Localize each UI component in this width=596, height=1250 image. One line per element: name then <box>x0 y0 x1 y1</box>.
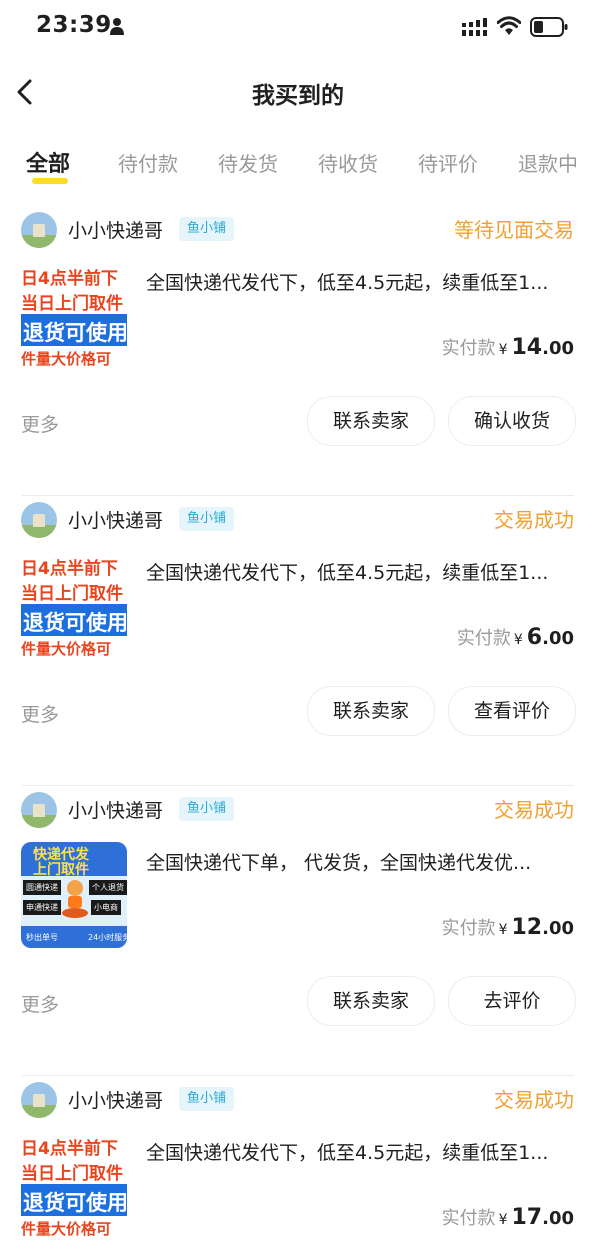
order-status: 交易成功 <box>494 798 574 822</box>
thumb-text: 件量大价格可 <box>21 640 112 658</box>
thumb-text: 当日上门取件 <box>21 584 123 604</box>
thumb-chip: 秒出单号 <box>26 933 58 942</box>
contact-seller-button[interactable]: 联系卖家 <box>307 976 435 1026</box>
shop-badge: 鱼小铺 <box>179 507 235 531</box>
paid-amount: 实付款 ¥6.00 <box>457 624 574 650</box>
paid-amount: 实付款 ¥14.00 <box>442 334 574 360</box>
price-decimal: .00 <box>542 918 574 939</box>
seller-avatar[interactable] <box>21 502 57 538</box>
product-title[interactable]: 全国快递代下单， 代发货，全国快递代发优... <box>146 848 576 875</box>
seller-name[interactable]: 小小快递哥 <box>68 796 163 823</box>
shop-badge: 鱼小铺 <box>179 1087 235 1111</box>
price-decimal: .00 <box>542 1208 574 1229</box>
seller-name[interactable]: 小小快递哥 <box>68 506 163 533</box>
tab-pending-payment[interactable]: 待付款 <box>118 148 178 177</box>
seller-name[interactable]: 小小快递哥 <box>68 216 163 243</box>
seller-avatar[interactable] <box>21 792 57 828</box>
price-decimal: .00 <box>542 338 574 359</box>
battery-icon <box>530 17 568 37</box>
thumb-chip: 圆通快递 <box>23 880 61 895</box>
order-card[interactable]: 小小快递哥 鱼小铺 交易成功 快递代发 上门取件 圆通快递 个人退货 申通快递 … <box>0 786 596 1076</box>
write-review-button[interactable]: 去评价 <box>448 976 576 1026</box>
status-time: 23:39 <box>36 12 112 38</box>
order-status: 交易成功 <box>494 508 574 532</box>
thumb-chip: 个人退货 <box>89 880 127 895</box>
price-decimal: .00 <box>542 628 574 649</box>
order-card[interactable]: 小小快递哥 鱼小铺 交易成功 日4点半前下 当日上门取件 退货可使用 件量大价格… <box>0 496 596 786</box>
product-title[interactable]: 全国快递代发代下，低至4.5元起，续重低至1... <box>146 268 576 295</box>
thumb-text: 件量大价格可 <box>21 350 112 368</box>
confirm-receipt-button[interactable]: 确认收货 <box>448 396 576 446</box>
product-title[interactable]: 全国快递代发代下，低至4.5元起，续重低至1... <box>146 558 576 585</box>
order-status: 交易成功 <box>494 1088 574 1112</box>
price-integer: 12 <box>511 915 543 940</box>
more-link[interactable]: 更多 <box>21 410 59 437</box>
seller-avatar[interactable] <box>21 1082 57 1118</box>
thumb-chip: 24小时服务 <box>88 933 127 942</box>
more-link[interactable]: 更多 <box>21 990 59 1017</box>
paid-label: 实付款 <box>441 918 496 939</box>
seller-name[interactable]: 小小快递哥 <box>68 1086 163 1113</box>
person-icon <box>110 18 124 35</box>
product-thumbnail[interactable]: 日4点半前下 当日上门取件 退货可使用 件量大价格可 <box>21 1132 127 1238</box>
thumb-text: 当日上门取件 <box>21 294 123 314</box>
view-review-button[interactable]: 查看评价 <box>448 686 576 736</box>
tab-refunding[interactable]: 退款中 <box>518 148 578 177</box>
courier-rider-icon <box>62 880 88 918</box>
product-title[interactable]: 全国快递代发代下，低至4.5元起，续重低至1... <box>146 1138 576 1165</box>
currency-symbol: ¥ <box>498 922 508 938</box>
page-title: 我买到的 <box>252 83 344 109</box>
status-bar: 23:39 <box>0 0 596 58</box>
thumb-text: 日4点半前下 <box>21 269 118 289</box>
thumb-text: 当日上门取件 <box>21 1164 123 1184</box>
thumb-chip: 申通快递 <box>23 900 61 915</box>
active-tab-indicator <box>32 178 68 184</box>
more-link[interactable]: 更多 <box>21 700 59 727</box>
thumb-text: 日4点半前下 <box>21 559 118 579</box>
seller-avatar[interactable] <box>21 212 57 248</box>
order-status: 等待见面交易 <box>454 218 574 242</box>
thumb-text: 件量大价格可 <box>21 1220 112 1238</box>
navigation-bar: 我买到的 <box>0 62 596 122</box>
paid-amount: 实付款 ¥17.00 <box>442 1204 574 1230</box>
signal-icon <box>462 18 487 36</box>
thumb-text: 退货可使用 <box>23 1191 127 1215</box>
currency-symbol: ¥ <box>498 342 508 358</box>
currency-symbol: ¥ <box>513 632 523 648</box>
currency-symbol: ¥ <box>498 1212 508 1228</box>
thumb-chip: 小电商 <box>91 900 121 915</box>
thumb-text: 退货可使用 <box>23 611 127 635</box>
contact-seller-button[interactable]: 联系卖家 <box>307 686 435 736</box>
price-integer: 17 <box>511 1205 543 1230</box>
paid-amount: 实付款 ¥12.00 <box>442 914 574 940</box>
shop-badge: 鱼小铺 <box>179 797 235 821</box>
tab-pending-review[interactable]: 待评价 <box>418 148 478 177</box>
price-integer: 6 <box>526 625 543 650</box>
tab-pending-receipt[interactable]: 待收货 <box>318 148 378 177</box>
product-thumbnail[interactable]: 快递代发 上门取件 圆通快递 个人退货 申通快递 小电商 秒出单号 24小时服务 <box>21 842 127 948</box>
order-card[interactable]: 小小快递哥 鱼小铺 等待见面交易 日4点半前下 当日上门取件 退货可使用 件量大… <box>0 206 596 496</box>
order-tabs: 全部 待付款 待发货 待收货 待评价 退款中 <box>0 140 596 192</box>
thumb-text: 退货可使用 <box>23 321 127 345</box>
contact-seller-button[interactable]: 联系卖家 <box>307 396 435 446</box>
paid-label: 实付款 <box>441 338 496 359</box>
shop-badge: 鱼小铺 <box>179 217 235 241</box>
thumb-text: 日4点半前下 <box>21 1139 118 1159</box>
wifi-icon <box>497 16 521 35</box>
paid-label: 实付款 <box>456 628 511 649</box>
product-thumbnail[interactable]: 日4点半前下 当日上门取件 退货可使用 件量大价格可 <box>21 552 127 658</box>
tab-pending-shipment[interactable]: 待发货 <box>218 148 278 177</box>
tab-all[interactable]: 全部 <box>26 146 70 178</box>
paid-label: 实付款 <box>441 1208 496 1229</box>
order-card[interactable]: 小小快递哥 鱼小铺 交易成功 日4点半前下 当日上门取件 退货可使用 件量大价格… <box>0 1076 596 1250</box>
thumb-text: 上门取件 <box>33 862 89 878</box>
product-thumbnail[interactable]: 日4点半前下 当日上门取件 退货可使用 件量大价格可 <box>21 262 127 368</box>
price-integer: 14 <box>511 335 543 360</box>
